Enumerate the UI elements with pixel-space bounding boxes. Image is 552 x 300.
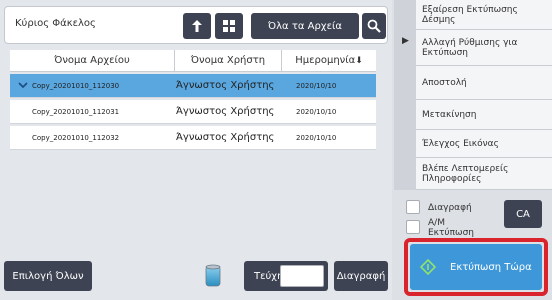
delete-option-label: Διαγραφή (428, 203, 472, 213)
column-header-file-name[interactable]: Όνομα Αρχείου (10, 50, 175, 72)
column-header-date[interactable]: Ημερομηνία⬇ (282, 50, 376, 72)
folder-title: Κύριος Φάκελος (15, 18, 96, 29)
table-row[interactable]: Copy_20201010_112032 Άγνωστος Χρήστης 20… (10, 126, 376, 150)
print-now-label: Εκτύπωση Τώρα (450, 261, 532, 273)
search-button[interactable] (362, 13, 386, 39)
menu-item-change-print-settings[interactable]: Αλλαγή Ρύθμισης για Εκτύπωση (416, 30, 552, 66)
print-now-highlight: Εκτύπωση Τώρα (404, 238, 548, 296)
clear-all-button[interactable]: CA (504, 200, 542, 228)
row-file-name: Copy_20201010_112030 (32, 82, 120, 90)
copies-input[interactable] (280, 265, 324, 287)
menu-item-detailed-info[interactable]: Βλέπε Λεπτομερείς Πληροφορίες (416, 158, 552, 190)
column-header-user-name[interactable]: Όνομα Χρήστη (175, 50, 282, 72)
table-row[interactable]: Copy_20201010_112031 Άγνωστος Χρήστης 20… (10, 100, 376, 124)
trash-bin-icon (205, 264, 221, 287)
table-row[interactable]: Copy_20201010_112030 Άγνωστος Χρήστης 20… (10, 74, 376, 98)
copies-label: Τεύχη (254, 270, 284, 282)
panel-toggle-handle[interactable]: ▶ (394, 0, 416, 190)
table-scrollbar[interactable] (379, 50, 388, 230)
checkmark-icon (18, 82, 28, 89)
sort-desc-icon: ⬇ (355, 56, 363, 66)
panel-toggle-icon: ▶ (402, 36, 409, 46)
row-user-name: Άγνωστος Χρήστης (176, 132, 275, 143)
delete-button[interactable]: Διαγραφή (334, 261, 388, 291)
file-list-panel: Κύριος Φάκελος Όλα τα Αρχεία Όνομα Αρχεί… (0, 0, 392, 300)
up-arrow-icon (192, 20, 202, 32)
print-start-icon (420, 259, 436, 275)
row-user-name: Άγνωστος Χρήστης (176, 80, 275, 91)
grid-view-button[interactable] (215, 13, 243, 39)
bw-print-label: Α/Μ Εκτύπωση (428, 218, 474, 238)
menu-item-send[interactable]: Αποστολή (416, 66, 552, 100)
search-icon (367, 19, 381, 33)
file-table: Όνομα Αρχείου Όνομα Χρήστη Ημερομηνία⬇ C… (10, 50, 388, 230)
all-files-button[interactable]: Όλα τα Αρχεία (251, 13, 359, 39)
menu-item-move[interactable]: Μετακίνηση (416, 100, 552, 130)
print-now-button[interactable]: Εκτύπωση Τώρα (410, 244, 542, 290)
column-header-date-label: Ημερομηνία (295, 55, 356, 66)
row-file-name: Copy_20201010_112032 (32, 134, 120, 142)
row-file-name: Copy_20201010_112031 (32, 108, 120, 116)
delete-checkbox[interactable] (406, 200, 420, 214)
folder-up-button[interactable] (183, 13, 211, 39)
folder-header: Κύριος Φάκελος Όλα τα Αρχεία (4, 6, 388, 44)
bottom-toolbar: Επιλογή Όλων Τεύχη Διαγραφή (0, 258, 392, 300)
row-user-name: Άγνωστος Χρήστης (176, 106, 275, 117)
select-all-button[interactable]: Επιλογή Όλων (4, 261, 92, 291)
table-header: Όνομα Αρχείου Όνομα Χρήστη Ημερομηνία⬇ (10, 50, 376, 72)
menu-item-exclude-batch-print[interactable]: Εξαίρεση Εκτύπωσης Δέσμης (416, 0, 552, 30)
row-date: 2020/10/10 (296, 134, 337, 142)
row-date: 2020/10/10 (296, 108, 337, 116)
bw-print-checkbox[interactable] (406, 220, 420, 234)
copies-button[interactable]: Τεύχη (244, 261, 328, 291)
menu-item-check-image[interactable]: Έλεγχος Εικόνας (416, 130, 552, 158)
row-date: 2020/10/10 (296, 82, 337, 90)
grid-view-icon (223, 20, 235, 32)
action-panel: ▶ Εξαίρεση Εκτύπωσης Δέσμης Αλλαγή Ρύθμι… (392, 0, 552, 300)
